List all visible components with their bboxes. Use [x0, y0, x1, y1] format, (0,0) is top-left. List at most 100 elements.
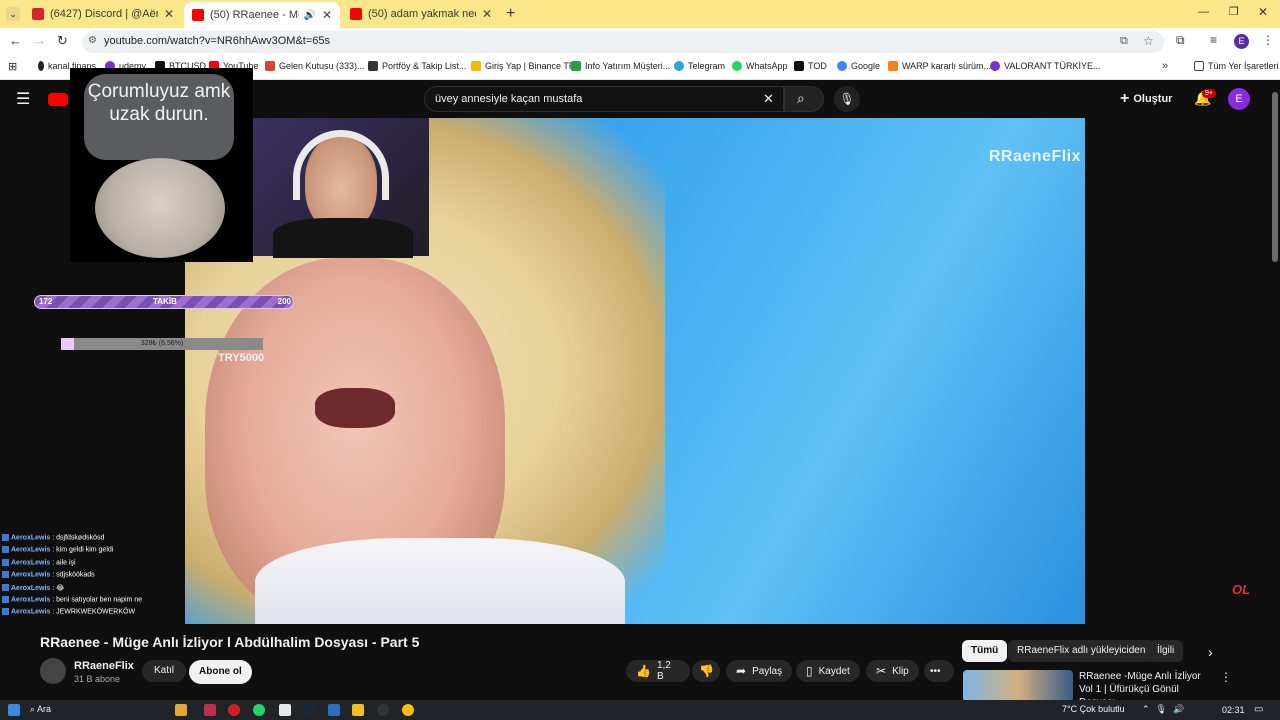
bookmark-item[interactable]: Info Yatırım Müşteri... — [571, 61, 670, 71]
channel-name[interactable]: RRaeneFlix — [74, 660, 134, 672]
chat-message: AeroxLewis : beni satıyolar ben napim ne — [2, 596, 142, 603]
reload-icon[interactable]: ↻ — [57, 33, 68, 49]
tab-search-chevron-icon[interactable]: ⌄ — [6, 7, 20, 21]
save-button[interactable]: ▯ Kaydet — [796, 660, 860, 682]
taskbar-mail-icon[interactable] — [204, 704, 216, 716]
taskbar-app-icon[interactable] — [175, 704, 187, 716]
create-button[interactable]: + Oluştur — [1120, 90, 1172, 108]
back-icon[interactable]: ← — [9, 33, 22, 48]
scrollbar-thumb[interactable] — [1272, 92, 1278, 262]
share-icon: ➦ — [736, 664, 747, 678]
account-avatar[interactable]: E — [1228, 88, 1250, 110]
taskbar-app-icon-2[interactable] — [328, 704, 340, 716]
chip-related[interactable]: İlgili — [1148, 640, 1184, 662]
clip-button[interactable]: ✂ Klip — [866, 660, 919, 682]
browser-menu-icon[interactable]: ⋮ — [1262, 33, 1274, 47]
chat-badge-icon — [2, 596, 9, 603]
tab-youtube-active[interactable]: (50) RRaenee - Müge Anlı İz 🔊 ✕ — [184, 2, 340, 28]
taskbar-app-icon-3[interactable] — [352, 704, 364, 716]
recommended-more-icon[interactable]: ⋮ — [1220, 670, 1232, 684]
bookmark-item[interactable]: WARP kararlı sürüm... — [888, 61, 991, 71]
youtube-logo-icon[interactable] — [48, 93, 68, 106]
bookmark-item[interactable]: WhatsApp — [732, 61, 788, 71]
bookmark-item[interactable]: TOD — [794, 61, 827, 71]
voice-search-icon[interactable]: 🎙 — [834, 86, 860, 112]
subscribe-button[interactable]: Abone ol — [189, 660, 252, 684]
taskbar-file-icon[interactable] — [279, 704, 291, 716]
address-bar[interactable]: ⚙ youtube.com/watch?v=NR6hhAwv3OM&t=65s … — [82, 31, 1164, 53]
dislike-button[interactable]: 👎 — [692, 660, 720, 682]
bookmark-item[interactable]: Giriş Yap | Binance TR — [471, 61, 575, 71]
more-bookmarks-icon[interactable]: » — [1162, 60, 1168, 72]
recommended-thumbnail[interactable] — [963, 670, 1073, 702]
bookmark-item[interactable]: Gelen Kutusu (333)... — [265, 61, 365, 71]
chat-username: AeroxLewis — [11, 559, 51, 567]
new-tab-button[interactable]: + — [506, 5, 515, 23]
tray-icons[interactable]: ⌃🎙🔊 — [1142, 704, 1190, 715]
investing-icon — [368, 61, 378, 71]
chat-username: AeroxLewis — [11, 584, 51, 592]
all-bookmarks[interactable]: Tüm Yer İşaretleri — [1194, 61, 1279, 71]
chat-text: dsjfdskødskösd — [56, 534, 105, 542]
install-app-icon[interactable]: ⧉ — [1120, 35, 1128, 48]
channel-avatar[interactable] — [40, 658, 66, 684]
youtube-favicon-icon — [350, 8, 362, 20]
minimize-icon[interactable]: — — [1198, 6, 1209, 18]
bookmark-item[interactable]: Google — [837, 61, 880, 71]
search-box[interactable]: üvey annesiyle kaçan mustafa ✕ — [424, 86, 784, 112]
search-icon: ⌕ — [797, 90, 805, 106]
taskbar-opera-icon[interactable] — [228, 704, 240, 716]
close-tab-icon[interactable]: ✕ — [482, 7, 492, 21]
tab-youtube-search[interactable]: (50) adam yakmak nedir la ✕ — [342, 3, 500, 25]
notification-center-icon[interactable]: ▭ — [1254, 704, 1263, 715]
restore-icon[interactable]: ❐ — [1229, 5, 1239, 18]
close-tab-icon[interactable]: ✕ — [164, 7, 174, 21]
url-text[interactable]: youtube.com/watch?v=NR6hhAwv3OM&t=65s — [104, 35, 330, 47]
tab-title: (50) adam yakmak nedir la — [368, 8, 476, 20]
profile-avatar[interactable]: E — [1234, 34, 1249, 49]
taskbar-chrome-icon[interactable] — [402, 704, 414, 716]
follow-start: 172 — [39, 297, 53, 306]
search-button[interactable]: ⌕ — [784, 86, 824, 112]
taskbar-whatsapp-icon[interactable] — [253, 704, 265, 716]
chat-text: beni satıyolar ben napim ne — [56, 596, 143, 604]
chip-from-uploader[interactable]: RRaeneFlix adlı yükleyiciden — [1008, 640, 1155, 662]
close-window-icon[interactable]: ✕ — [1258, 5, 1268, 19]
bookmark-item[interactable]: VALORANT TÜRKİYE... — [990, 61, 1101, 71]
media-controls-icon[interactable]: ≡ — [1210, 33, 1217, 47]
share-button[interactable]: ➦ Paylaş — [726, 660, 793, 682]
clear-search-icon[interactable]: ✕ — [763, 91, 774, 107]
bookmark-item[interactable]: Portföy & Takip List... — [368, 61, 466, 71]
chips-next-icon[interactable]: › — [1208, 644, 1213, 660]
bookmark-star-icon[interactable]: ☆ — [1143, 34, 1154, 48]
search-input[interactable]: üvey annesiyle kaçan mustafa — [435, 93, 582, 105]
meme-face-image — [95, 158, 225, 258]
like-button[interactable]: 👍 1,2 B — [626, 660, 690, 682]
hamburger-menu-icon[interactable]: ☰ — [16, 89, 30, 109]
taskbar-obs-icon[interactable] — [377, 704, 389, 716]
page-scrollbar[interactable] — [1270, 80, 1280, 700]
start-windows-icon[interactable] — [8, 704, 20, 716]
join-button[interactable]: Katıl — [142, 660, 187, 682]
bookmark-item[interactable]: Telegram — [674, 61, 725, 71]
taskbar-search[interactable]: ⌕ Ara — [30, 704, 51, 715]
chat-text: 😂 — [56, 584, 65, 592]
tab-discord[interactable]: (6427) Discord | @Aërox ✕ — [24, 3, 182, 25]
more-actions-button[interactable]: ••• — [924, 660, 954, 682]
apps-grid-icon[interactable]: ⊞ — [8, 60, 17, 73]
chat-message: AeroxLewis : aile işi — [2, 558, 76, 567]
taskbar-steam-icon[interactable] — [304, 704, 316, 716]
site-info-icon[interactable]: ⚙ — [88, 35, 97, 46]
close-tab-icon[interactable]: ✕ — [322, 8, 332, 22]
chip-all[interactable]: Tümü — [962, 640, 1008, 662]
chat-username: AeroxLewis — [11, 546, 51, 554]
scissors-icon: ✂ — [876, 664, 887, 678]
chat-message: AeroxLewis : kim geldi kim geldi — [2, 546, 113, 554]
weather-widget[interactable]: 7°C Çok bulutlu — [1062, 704, 1125, 714]
forward-icon[interactable]: → — [33, 33, 46, 48]
speaker-icon[interactable]: 🔊 — [303, 10, 315, 21]
extensions-icon[interactable]: ⧉ — [1176, 33, 1185, 48]
donation-text: 328₺ (6.56%) — [140, 340, 184, 347]
taskbar-clock[interactable]: 02:31 — [1222, 705, 1245, 715]
streamer-webcam — [253, 118, 429, 258]
